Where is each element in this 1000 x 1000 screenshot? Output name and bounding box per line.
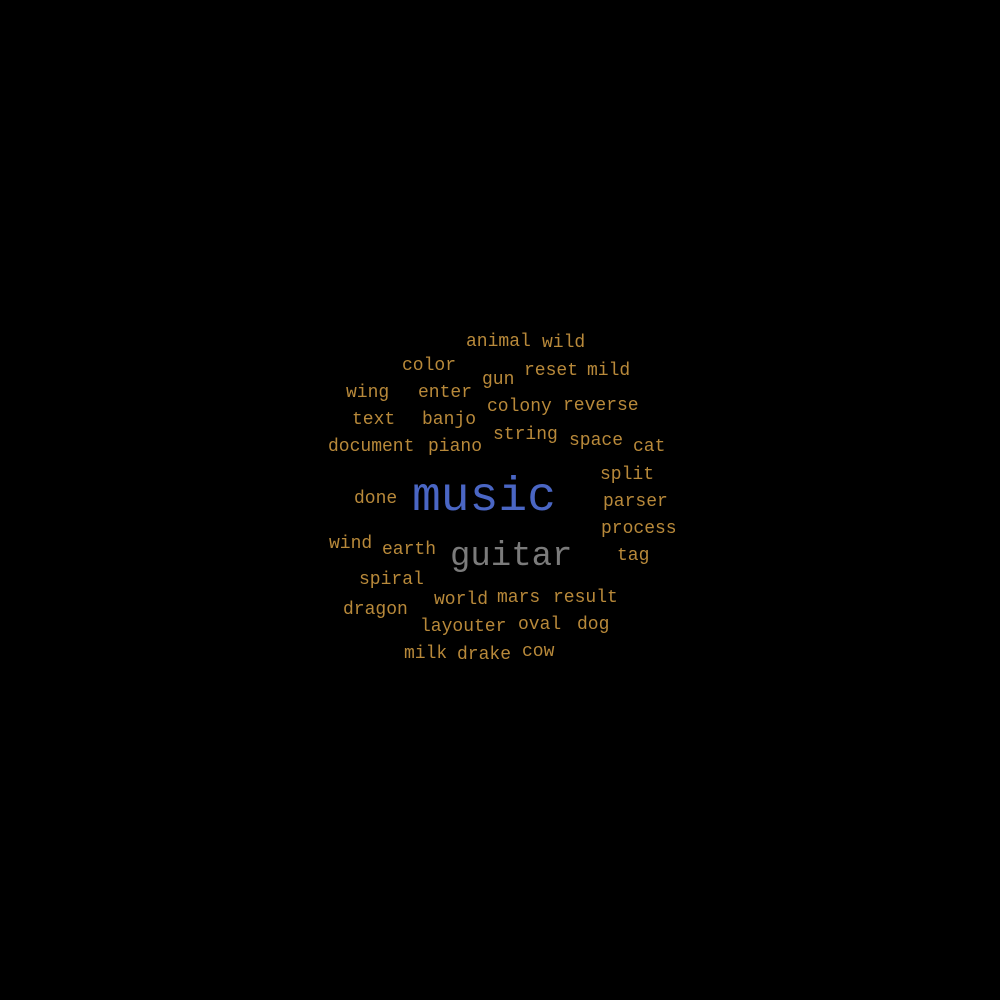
word-tag: tag bbox=[617, 546, 650, 566]
word-music: music bbox=[412, 471, 557, 525]
word-enter: enter bbox=[418, 383, 473, 403]
word-colony: colony bbox=[487, 397, 552, 417]
word-cat: cat bbox=[633, 437, 666, 457]
word-cow: cow bbox=[522, 642, 555, 662]
word-reverse: reverse bbox=[563, 396, 639, 416]
word-done: done bbox=[354, 489, 398, 509]
word-guitar: guitar bbox=[450, 538, 573, 576]
word-earth: earth bbox=[382, 540, 437, 560]
word-world: world bbox=[434, 590, 489, 610]
word-dog: dog bbox=[577, 615, 610, 635]
word-color: color bbox=[402, 356, 457, 376]
word-cloud: music guitar animal wild color gun reset mild wi… bbox=[0, 0, 1000, 1000]
word-layouter: layouter bbox=[420, 617, 507, 637]
word-split: split bbox=[600, 465, 655, 485]
word-mild: mild bbox=[587, 361, 631, 381]
word-result: result bbox=[553, 588, 618, 608]
word-process: process bbox=[601, 519, 677, 539]
word-string: string bbox=[493, 425, 558, 445]
word-animal: animal bbox=[466, 332, 531, 352]
word-wild: wild bbox=[542, 333, 586, 353]
word-dragon: dragon bbox=[343, 600, 408, 620]
word-reset: reset bbox=[524, 361, 579, 381]
word-mars: mars bbox=[497, 588, 541, 608]
word-text: text bbox=[352, 410, 396, 430]
word-wind: wind bbox=[329, 534, 373, 554]
word-spiral: spiral bbox=[359, 570, 424, 590]
word-gun: gun bbox=[482, 370, 515, 390]
word-drake: drake bbox=[457, 645, 512, 665]
word-wing: wing bbox=[346, 383, 390, 403]
word-space: space bbox=[569, 431, 624, 451]
word-piano: piano bbox=[428, 437, 483, 457]
word-parser: parser bbox=[603, 492, 668, 512]
word-oval: oval bbox=[518, 615, 562, 635]
word-milk: milk bbox=[404, 644, 448, 664]
word-document: document bbox=[328, 437, 415, 457]
word-banjo: banjo bbox=[422, 410, 477, 430]
